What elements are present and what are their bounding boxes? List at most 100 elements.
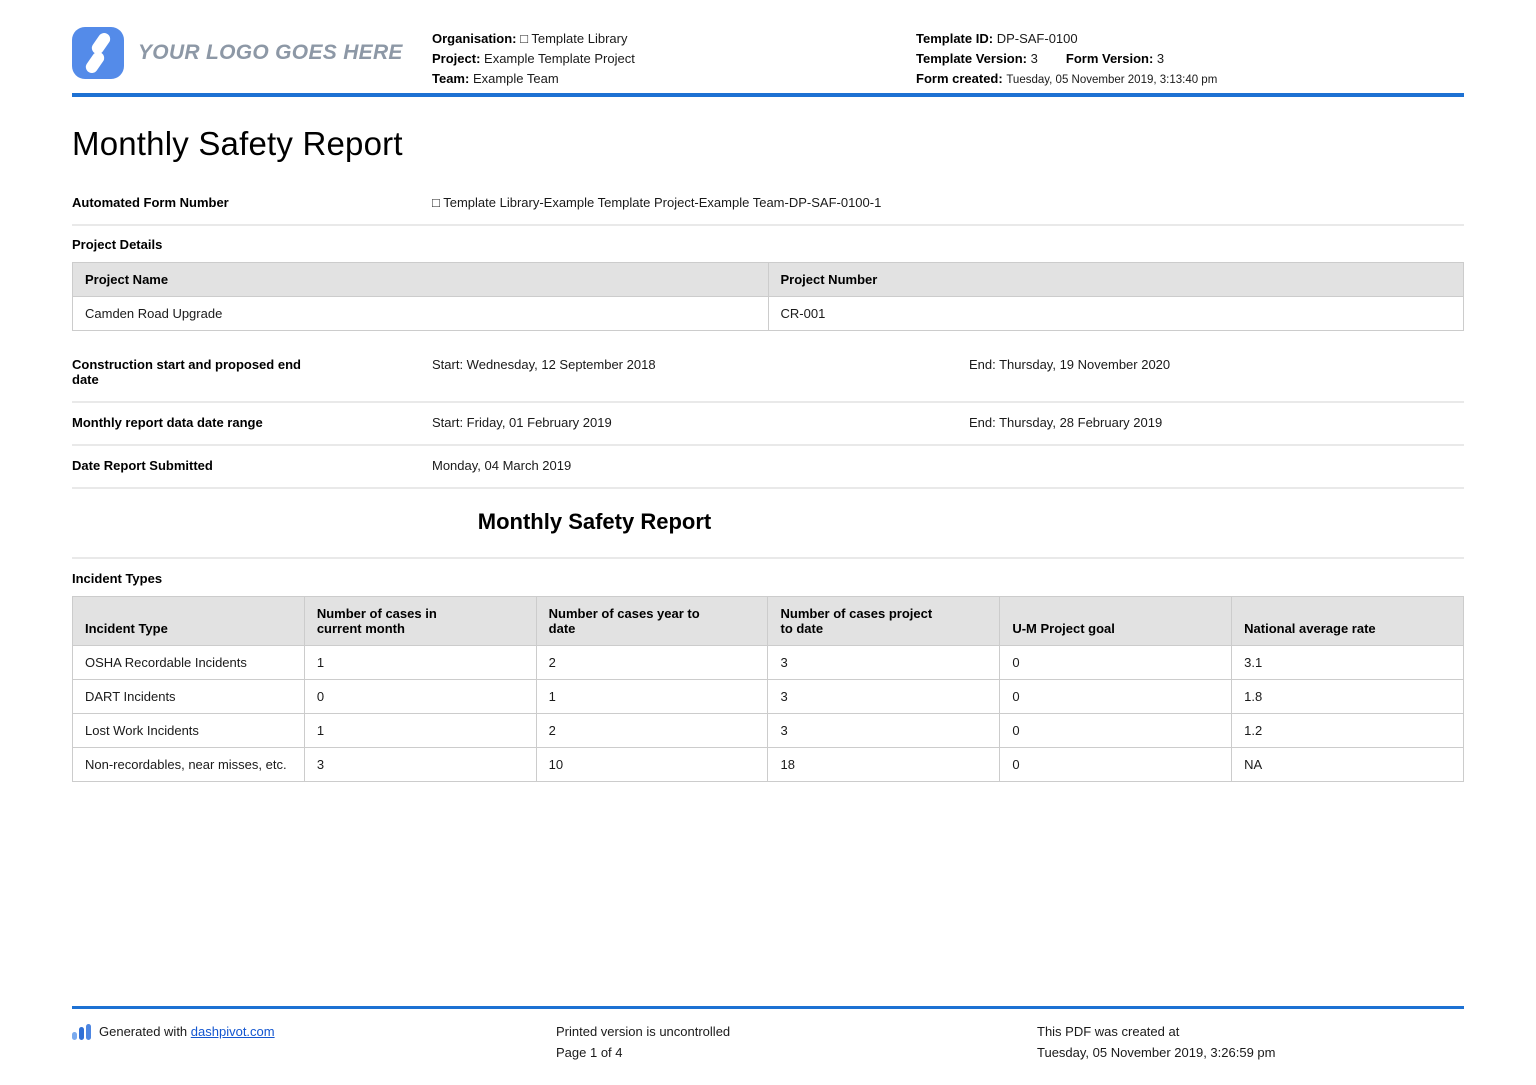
table-row: Lost Work Incidents 1 2 3 0 1.2 xyxy=(73,714,1464,748)
form-version-value: 3 xyxy=(1157,51,1164,66)
automated-form-number-label: Automated Form Number xyxy=(72,195,432,210)
cell: 18 xyxy=(768,748,1000,782)
cell: 1 xyxy=(304,714,536,748)
date-submitted-label: Date Report Submitted xyxy=(72,458,432,473)
cell: 3 xyxy=(304,748,536,782)
project-label: Project: xyxy=(432,51,480,66)
cell: NA xyxy=(1232,748,1464,782)
cell: DART Incidents xyxy=(73,680,305,714)
project-number-cell: CR-001 xyxy=(768,297,1464,331)
organisation-value: □ Template Library xyxy=(520,31,627,46)
footer-center: Printed version is uncontrolled Page 1 o… xyxy=(556,1021,1037,1063)
construction-end-value: End: Thursday, 19 November 2020 xyxy=(969,357,1464,387)
construction-start-value: Start: Wednesday, 12 September 2018 xyxy=(432,357,969,387)
project-details-table: Project Name Project Number Camden Road … xyxy=(72,262,1464,331)
cell: Non-recordables, near misses, etc. xyxy=(73,748,305,782)
page-number: Page 1 of 4 xyxy=(556,1042,1037,1063)
table-row: DART Incidents 0 1 3 0 1.8 xyxy=(73,680,1464,714)
team-line: Team: Example Team xyxy=(432,69,635,89)
column-header: National average rate xyxy=(1232,597,1464,646)
page-title: Monthly Safety Report xyxy=(72,125,1464,163)
cell: OSHA Recordable Incidents xyxy=(73,646,305,680)
form-version-label: Form Version: xyxy=(1066,51,1153,66)
column-header: Project Number xyxy=(768,263,1464,297)
column-header: Incident Type xyxy=(73,597,305,646)
table-header-row: Incident Type Number of cases in current… xyxy=(73,597,1464,646)
date-submitted-row: Date Report Submitted Monday, 04 March 2… xyxy=(72,446,1464,489)
cell: 1 xyxy=(536,680,768,714)
report-range-end-value: End: Thursday, 28 February 2019 xyxy=(969,415,1464,430)
report-range-label: Monthly report data date range xyxy=(72,415,432,430)
created-at-line2: Tuesday, 05 November 2019, 3:26:59 pm xyxy=(1037,1042,1464,1063)
created-at-line1: This PDF was created at xyxy=(1037,1021,1464,1042)
team-value: Example Team xyxy=(473,71,559,86)
cell: 3 xyxy=(768,680,1000,714)
cell: 3 xyxy=(768,646,1000,680)
organisation-label: Organisation: xyxy=(432,31,517,46)
cell: 0 xyxy=(1000,680,1232,714)
header-template-block: Template ID: DP-SAF-0100 Template Versio… xyxy=(916,29,1217,90)
logo: YOUR LOGO GOES HERE xyxy=(72,27,403,79)
table-header-row: Project Name Project Number xyxy=(73,263,1464,297)
company-logo-icon xyxy=(72,27,124,79)
incident-types-table: Incident Type Number of cases in current… xyxy=(72,596,1464,782)
organisation-line: Organisation: □ Template Library xyxy=(432,29,635,49)
cell: 1.2 xyxy=(1232,714,1464,748)
incident-types-label: Incident Types xyxy=(72,571,1464,586)
generated-with-text: Generated with dashpivot.com xyxy=(99,1021,275,1042)
table-row: Non-recordables, near misses, etc. 3 10 … xyxy=(73,748,1464,782)
table-row: Camden Road Upgrade CR-001 xyxy=(73,297,1464,331)
cell: 3.1 xyxy=(1232,646,1464,680)
cell: 1 xyxy=(304,646,536,680)
template-version-value: 3 xyxy=(1031,51,1038,66)
column-header: Project Name xyxy=(73,263,769,297)
project-details-label: Project Details xyxy=(72,237,1464,252)
column-header: U-M Project goal xyxy=(1000,597,1232,646)
cell: 0 xyxy=(1000,748,1232,782)
header-divider xyxy=(72,93,1464,97)
template-id-value: DP-SAF-0100 xyxy=(997,31,1078,46)
template-id-label: Template ID: xyxy=(916,31,993,46)
table-row: OSHA Recordable Incidents 1 2 3 0 3.1 xyxy=(73,646,1464,680)
cell: 10 xyxy=(536,748,768,782)
automated-form-number-value: □ Template Library-Example Template Proj… xyxy=(432,195,1464,210)
project-line: Project: Example Template Project xyxy=(432,49,635,69)
uncontrolled-text: Printed version is uncontrolled xyxy=(556,1021,1037,1042)
cell: Lost Work Incidents xyxy=(73,714,305,748)
incident-types-section: Incident Types Incident Type Number of c… xyxy=(72,557,1464,782)
version-line: Template Version: 3 Form Version: 3 xyxy=(916,49,1217,69)
dashpivot-bars-icon xyxy=(72,1024,91,1040)
form-created-line: Form created: Tuesday, 05 November 2019,… xyxy=(916,69,1217,90)
footer-generated: Generated with dashpivot.com xyxy=(72,1021,556,1063)
form-created-label: Form created: xyxy=(916,71,1003,86)
document-header: YOUR LOGO GOES HERE Organisation: □ Temp… xyxy=(72,0,1464,97)
template-id-line: Template ID: DP-SAF-0100 xyxy=(916,29,1217,49)
project-value: Example Template Project xyxy=(484,51,635,66)
template-version-label: Template Version: xyxy=(916,51,1027,66)
cell: 1.8 xyxy=(1232,680,1464,714)
dashpivot-link[interactable]: dashpivot.com xyxy=(191,1024,275,1039)
document-footer: Generated with dashpivot.com Printed ver… xyxy=(72,1006,1464,1063)
header-org-block: Organisation: □ Template Library Project… xyxy=(432,29,635,89)
column-header: Number of cases in current month xyxy=(304,597,536,646)
section-title: Monthly Safety Report xyxy=(72,509,1117,535)
form-created-value: Tuesday, 05 November 2019, 3:13:40 pm xyxy=(1006,74,1217,86)
cell: 0 xyxy=(1000,646,1232,680)
cell: 2 xyxy=(536,646,768,680)
footer-right: This PDF was created at Tuesday, 05 Nove… xyxy=(1037,1021,1464,1063)
report-range-row: Monthly report data date range Start: Fr… xyxy=(72,403,1464,446)
report-range-start-value: Start: Friday, 01 February 2019 xyxy=(432,415,969,430)
cell: 2 xyxy=(536,714,768,748)
cell: 0 xyxy=(1000,714,1232,748)
logo-placeholder-text: YOUR LOGO GOES HERE xyxy=(138,41,403,65)
cell: 0 xyxy=(304,680,536,714)
team-label: Team: xyxy=(432,71,469,86)
project-name-cell: Camden Road Upgrade xyxy=(73,297,769,331)
project-details-section: Project Details Project Name Project Num… xyxy=(72,226,1464,331)
construction-dates-row: Construction start and proposed end date… xyxy=(72,345,1464,403)
cell: 3 xyxy=(768,714,1000,748)
automated-form-number-row: Automated Form Number □ Template Library… xyxy=(72,183,1464,226)
date-submitted-value: Monday, 04 March 2019 xyxy=(432,458,969,473)
column-header: Number of cases year to date xyxy=(536,597,768,646)
construction-dates-label: Construction start and proposed end date xyxy=(72,357,432,387)
